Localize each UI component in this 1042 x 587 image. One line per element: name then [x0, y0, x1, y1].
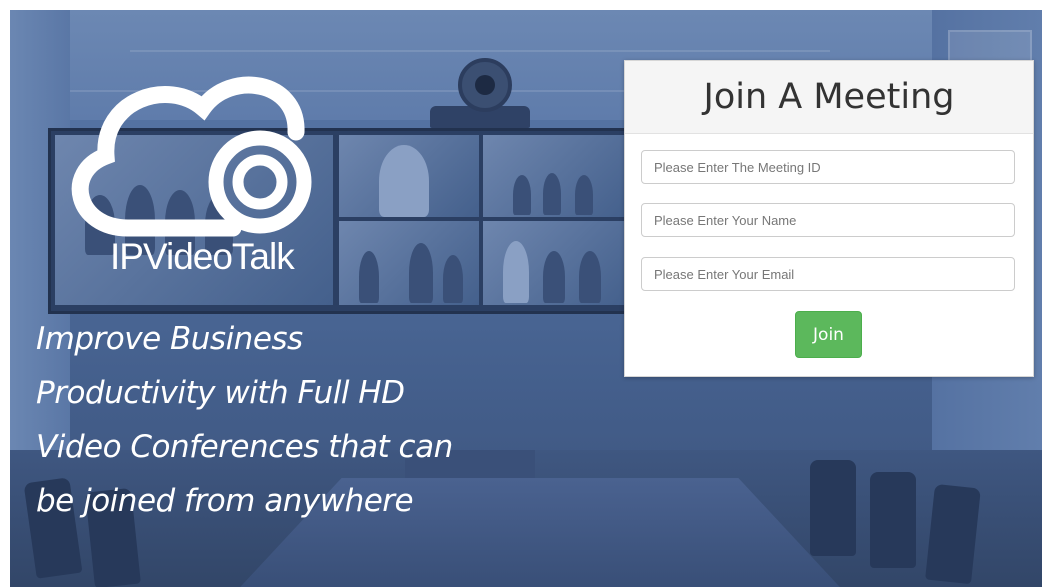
logo-wordmark: IPVideoTalk: [110, 236, 295, 277]
video-screen: [483, 135, 627, 217]
ceiling-camera-icon: [458, 58, 512, 112]
person: [443, 255, 463, 303]
video-screen: [339, 135, 479, 217]
tagline: Improve Business Productivity with Full …: [36, 321, 453, 519]
join-meeting-panel: Join A Meeting Join: [624, 60, 1034, 377]
person: [409, 243, 433, 303]
person: [513, 175, 531, 215]
person: [543, 251, 565, 303]
person: [575, 175, 593, 215]
panel-title: Join A Meeting: [703, 77, 955, 117]
camera-lens: [475, 75, 495, 95]
person: [503, 241, 529, 303]
person: [359, 251, 379, 303]
meeting-id-input[interactable]: [641, 150, 1015, 184]
person: [579, 251, 601, 303]
email-input[interactable]: [641, 257, 1015, 291]
ceiling-line: [130, 50, 830, 52]
join-button[interactable]: Join: [795, 311, 862, 358]
video-screen: [339, 221, 479, 305]
person: [379, 145, 429, 217]
video-screen: [483, 221, 627, 305]
name-input[interactable]: [641, 203, 1015, 237]
chair: [810, 460, 856, 556]
page: IPVideoTalk Improve Business Productivit…: [0, 0, 1042, 587]
chair: [870, 472, 916, 568]
person: [543, 173, 561, 215]
panel-header: Join A Meeting: [625, 61, 1033, 134]
